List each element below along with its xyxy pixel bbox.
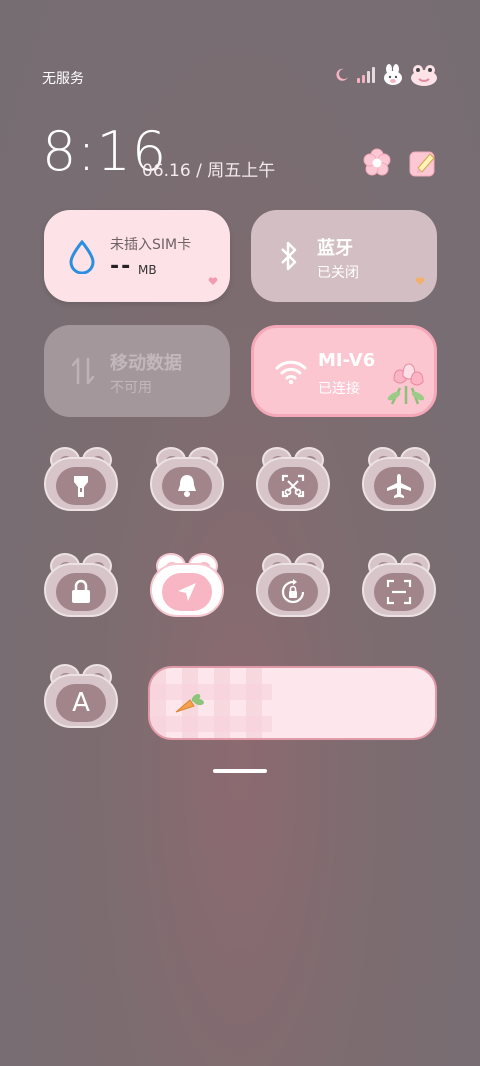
bluetooth-icon <box>277 240 301 276</box>
wifi-status: 已连接 <box>318 381 360 397</box>
location-icon <box>162 573 212 611</box>
bluetooth-status: 已关闭 <box>317 265 359 281</box>
lock-icon <box>56 573 106 611</box>
rotation-lock-toggle[interactable] <box>256 553 330 617</box>
signal-icon <box>356 67 376 83</box>
screenshot-toggle[interactable] <box>256 447 330 511</box>
tulip-bouquet-icon <box>378 358 432 412</box>
mobile-data-title: 移动数据 <box>110 353 182 374</box>
font-icon: A <box>56 684 106 722</box>
bell-icon <box>162 467 212 505</box>
clock-date: 06.16 / 周五上午 <box>142 161 276 181</box>
status-bar: 无服务 <box>42 64 438 88</box>
ringer-toggle[interactable] <box>150 447 224 511</box>
drag-handle[interactable] <box>213 769 267 773</box>
water-drop-icon <box>68 239 96 278</box>
flashlight-toggle[interactable] <box>44 447 118 511</box>
data-usage-unit: MB <box>138 263 157 277</box>
brightness-slider[interactable] <box>148 666 437 740</box>
scan-toggle[interactable] <box>362 553 436 617</box>
mobile-data-icon <box>70 355 96 391</box>
scan-icon <box>374 573 424 611</box>
airplane-icon <box>374 467 424 505</box>
rotation-lock-icon <box>268 573 318 611</box>
wifi-tile[interactable]: MI-V6 已连接 <box>251 325 437 417</box>
heart-icon <box>208 271 218 290</box>
wifi-icon <box>274 358 308 390</box>
data-usage-tile[interactable]: 未插入SIM卡 -- MB <box>44 210 230 302</box>
mobile-data-status: 不可用 <box>110 380 152 396</box>
bluetooth-tile[interactable]: 蓝牙 已关闭 <box>251 210 437 302</box>
font-icon-label: A <box>72 688 90 718</box>
bunny-sticker-icon <box>382 64 404 86</box>
edit-icon[interactable] <box>408 148 438 178</box>
flashlight-icon <box>56 467 106 505</box>
status-icons <box>334 64 438 86</box>
carrier-label: 无服务 <box>42 71 84 87</box>
airplane-toggle[interactable] <box>362 447 436 511</box>
data-usage-title: 未插入SIM卡 <box>110 237 192 253</box>
location-toggle[interactable] <box>150 553 224 617</box>
heart-icon <box>415 271 425 290</box>
carrot-icon <box>172 688 208 722</box>
bluetooth-title: 蓝牙 <box>317 238 353 259</box>
wifi-network-name: MI-V6 <box>318 350 376 371</box>
flower-settings-icon[interactable] <box>362 148 392 178</box>
screenshot-icon <box>268 467 318 505</box>
data-usage-value: -- <box>110 254 133 279</box>
mobile-data-tile[interactable]: 移动数据 不可用 <box>44 325 230 417</box>
moon-icon <box>334 67 350 83</box>
font-toggle[interactable]: A <box>44 664 118 728</box>
lock-toggle[interactable] <box>44 553 118 617</box>
frog-sticker-icon <box>410 64 438 86</box>
